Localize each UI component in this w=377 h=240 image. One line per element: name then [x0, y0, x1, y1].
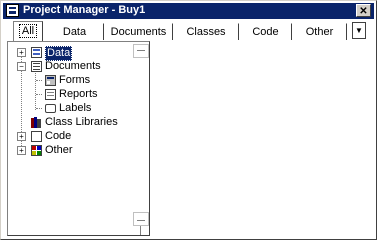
tree-label-other: Other [45, 144, 73, 156]
tab-data[interactable]: Data [45, 23, 104, 40]
expand-data-toggle[interactable]: + [17, 48, 26, 57]
tab-code[interactable]: Code [239, 23, 292, 40]
tree-item-labels[interactable]: Labels [8, 102, 132, 115]
window-title: Project Manager - Buy1 [23, 4, 146, 16]
tab-all-label: All [18, 24, 38, 38]
collapse-documents-toggle[interactable]: − [17, 62, 26, 71]
tree-vertical-scrollbar[interactable] [133, 42, 149, 235]
label-icon [45, 104, 56, 113]
tab-documents[interactable]: Documents [104, 23, 173, 40]
tree-label-class-libraries: Class Libraries [45, 116, 118, 128]
tab-all[interactable]: All [13, 21, 43, 41]
report-icon [45, 89, 56, 100]
expand-code-toggle[interactable]: + [17, 132, 26, 141]
tree-item-documents[interactable]: − Documents [8, 60, 132, 73]
tree-item-reports[interactable]: Reports [8, 88, 132, 101]
tree-item-data[interactable]: + Data [8, 46, 132, 61]
tree-label-reports: Reports [59, 88, 98, 100]
tree-item-class-libraries[interactable]: Class Libraries [8, 116, 132, 129]
code-icon [31, 131, 42, 142]
tab-other[interactable]: Other [292, 23, 347, 40]
tree-item-forms[interactable]: Forms [8, 74, 132, 87]
class-library-icon [31, 117, 42, 128]
form-icon [45, 75, 56, 86]
database-icon [31, 47, 42, 58]
tab-classes[interactable]: Classes [173, 23, 239, 40]
tab-strip: All Data Documents Classes Code Other ▼ [1, 21, 377, 41]
project-manager-window: Project Manager - Buy1 ✕ All Data Docume… [0, 0, 377, 240]
tab-scroll-button[interactable]: ▼ [352, 22, 366, 39]
project-tree-panel: + Data − Documents Forms Reports Labels … [7, 41, 150, 236]
tree-label-labels: Labels [59, 102, 92, 114]
close-button[interactable]: ✕ [356, 4, 371, 17]
tree-label-data: Data [45, 46, 73, 61]
expand-other-toggle[interactable]: + [17, 146, 26, 155]
project-manager-icon [6, 4, 19, 17]
tree-label-documents: Documents [45, 60, 101, 72]
scroll-up-button[interactable] [133, 44, 149, 58]
tree-item-code[interactable]: + Code [8, 130, 132, 143]
tree-item-other[interactable]: + Other [8, 144, 132, 157]
documents-icon [31, 61, 42, 72]
title-bar[interactable]: Project Manager - Buy1 ✕ [3, 3, 374, 19]
splitter-handle[interactable] [140, 226, 141, 235]
tree-label-forms: Forms [59, 74, 91, 86]
other-icon [31, 145, 42, 156]
tree-label-code: Code [45, 130, 72, 142]
scroll-down-button[interactable] [133, 212, 149, 226]
